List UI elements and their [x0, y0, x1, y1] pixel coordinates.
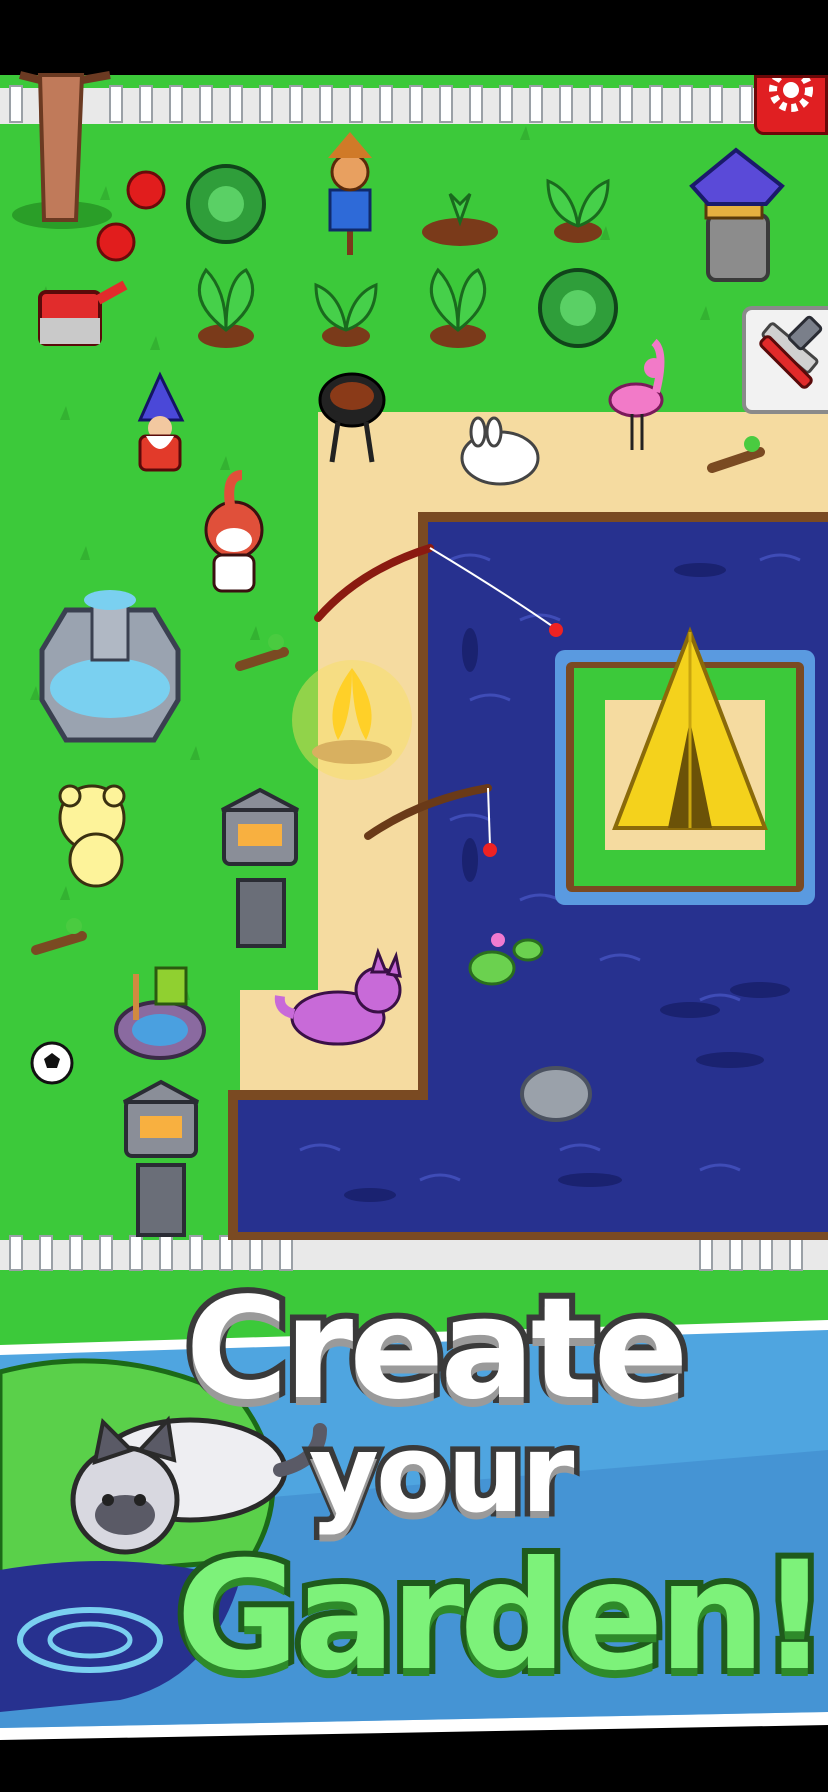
gear-icon: [769, 78, 813, 112]
game-screen: Create your Garden!: [0, 0, 828, 1792]
banner-line-create: Create: [179, 1262, 694, 1437]
banner-line-your: your: [303, 1407, 580, 1543]
settings-button[interactable]: [754, 75, 828, 135]
hammer-ruler-icon: [759, 315, 823, 389]
banner-line-garden: Garden!: [170, 1524, 828, 1710]
build-tools-button[interactable]: [742, 306, 828, 414]
